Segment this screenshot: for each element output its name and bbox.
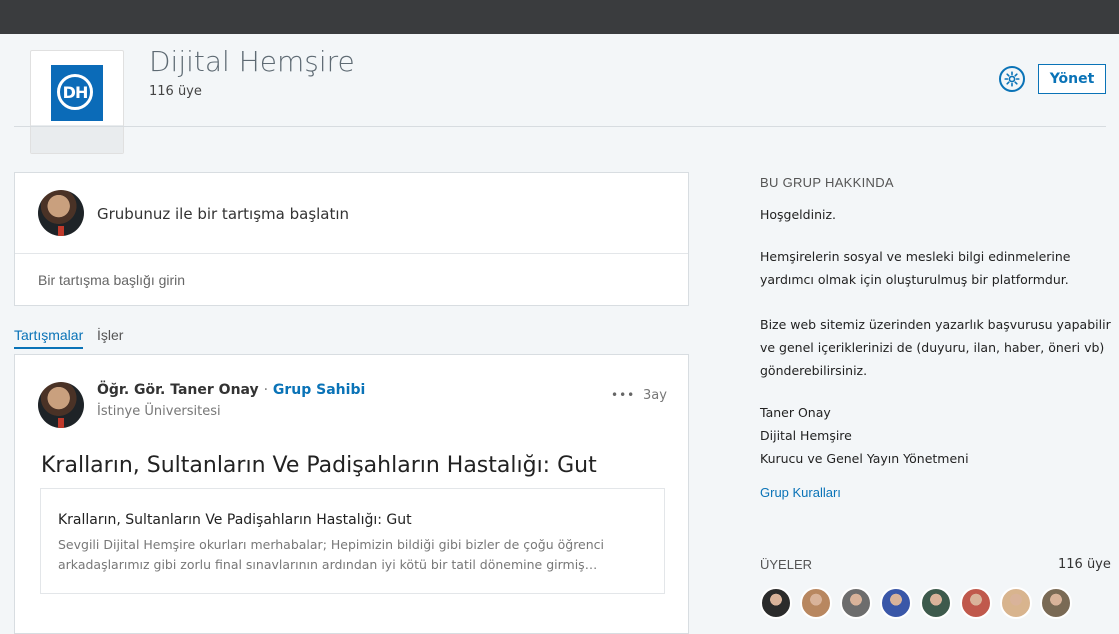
- post-author-name[interactable]: Öğr. Gör. Taner Onay: [97, 382, 259, 398]
- member-avatar[interactable]: [1000, 587, 1032, 619]
- link-preview-text: Sevgili Dijital Hemşire okurları merhaba…: [58, 537, 605, 572]
- group-member-count[interactable]: 116 üye: [149, 84, 202, 99]
- group-title: Dijital Hemşire: [149, 45, 355, 78]
- about-welcome: Hoşgeldiniz.: [760, 207, 836, 222]
- header-divider: [14, 126, 1106, 127]
- about-signature-name: Taner Onay: [760, 405, 831, 420]
- about-signature-role: Kurucu ve Genel Yayın Yönetmeni: [760, 451, 969, 466]
- about-description-line-1: Hemşirelerin sosyal ve mesleki bilgi edi…: [760, 249, 1071, 264]
- post-author-organization: İstinye Üniversitesi: [97, 404, 221, 419]
- tab-discussions[interactable]: Tartışmalar: [14, 327, 84, 349]
- post-menu-icon[interactable]: •••: [611, 388, 635, 402]
- gear-icon-graphic: [1004, 71, 1020, 87]
- link-preview-title: Kralların, Sultanların Ve Padişahların H…: [58, 512, 412, 528]
- composer-prompt-row[interactable]: Grubunuz ile bir tartışma başlatın: [15, 173, 688, 254]
- members-count[interactable]: 116 üye: [1058, 557, 1111, 572]
- manage-button[interactable]: Yönet: [1038, 64, 1106, 94]
- about-description-line-4: ve genel içeriklerinizi de (duyuru, ilan…: [760, 340, 1105, 355]
- discussion-title-input[interactable]: Bir tartışma başlığı girin: [38, 272, 185, 288]
- members-heading: ÜYELER: [760, 557, 813, 572]
- author-avatar[interactable]: [38, 382, 84, 428]
- group-header: DH Dijital Hemşire 116 üye Yönet: [0, 34, 1119, 154]
- about-description-line-2: yardımcı olmak için oluşturulmuş bir pla…: [760, 272, 1069, 287]
- top-navigation-bar: [0, 0, 1119, 34]
- group-logo-text: DH: [57, 74, 93, 110]
- user-avatar: [38, 190, 84, 236]
- member-avatar[interactable]: [960, 587, 992, 619]
- about-signature-org: Dijital Hemşire: [760, 428, 852, 443]
- link-preview-card[interactable]: Kralların, Sultanların Ve Padişahların H…: [40, 488, 665, 594]
- about-description-line-3: Bize web sitemiz üzerinden yazarlık başv…: [760, 317, 1111, 332]
- post-age: 3ay: [643, 388, 667, 403]
- group-logo-card[interactable]: DH: [30, 50, 124, 154]
- post-headline[interactable]: Kralların, Sultanların Ve Padişahların H…: [41, 453, 597, 478]
- logo-card-strip: [31, 125, 123, 153]
- member-avatar[interactable]: [880, 587, 912, 619]
- about-description-line-5: gönderebilirsiniz.: [760, 363, 868, 378]
- group-logo: DH: [51, 65, 103, 121]
- discussion-post: Öğr. Gör. Taner Onay · Grup Sahibi İstin…: [14, 354, 689, 634]
- tab-jobs[interactable]: İşler: [97, 327, 123, 347]
- gear-icon[interactable]: [999, 66, 1025, 92]
- discussion-composer: Grubunuz ile bir tartışma başlatın Bir t…: [14, 172, 689, 306]
- author-separator: ·: [263, 382, 269, 398]
- group-owner-badge: Grup Sahibi: [272, 382, 366, 398]
- member-avatar[interactable]: [920, 587, 952, 619]
- group-rules-link[interactable]: Grup Kuralları: [760, 485, 841, 500]
- about-heading: BU GRUP HAKKINDA: [760, 175, 894, 190]
- post-author-line: Öğr. Gör. Taner Onay · Grup Sahibi: [97, 382, 365, 398]
- member-avatar[interactable]: [800, 587, 832, 619]
- member-avatar[interactable]: [760, 587, 792, 619]
- composer-prompt[interactable]: Grubunuz ile bir tartışma başlatın: [97, 205, 349, 223]
- member-avatar[interactable]: [1040, 587, 1072, 619]
- member-avatar[interactable]: [840, 587, 872, 619]
